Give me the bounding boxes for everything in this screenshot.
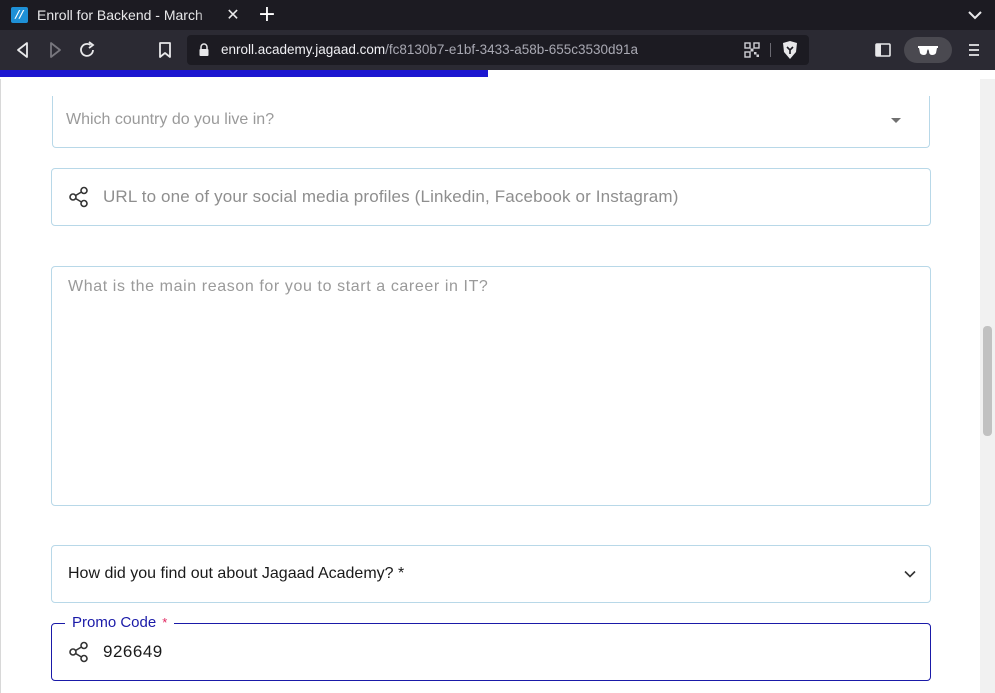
url-path: /fc8130b7-e1bf-3433-a58b-655c3530d91a bbox=[385, 42, 639, 57]
discovery-source-select[interactable]: How did you find out about Jagaad Academ… bbox=[51, 545, 931, 603]
menu-icon[interactable] bbox=[963, 39, 985, 61]
caret-down-icon bbox=[891, 118, 901, 123]
chevron-down-icon bbox=[904, 570, 916, 578]
country-select[interactable]: Which country do you live in? bbox=[52, 96, 930, 148]
private-glasses-button[interactable] bbox=[904, 37, 952, 63]
brave-shield-icon[interactable] bbox=[781, 40, 799, 60]
url-text[interactable]: enroll.academy.jagaad.com/fc8130b7-e1bf-… bbox=[221, 41, 638, 59]
sidebar-icon[interactable] bbox=[874, 39, 892, 61]
bookmark-icon[interactable] bbox=[154, 39, 176, 61]
url-host: enroll.academy.jagaad.com bbox=[221, 42, 386, 57]
social-profile-placeholder: URL to one of your social media profiles… bbox=[103, 187, 679, 206]
country-placeholder: Which country do you live in? bbox=[66, 111, 275, 128]
career-reason-textarea[interactable]: What is the main reason for you to start… bbox=[51, 266, 931, 506]
address-bar[interactable]: enroll.academy.jagaad.com/fc8130b7-e1bf-… bbox=[187, 35, 809, 65]
close-tab-icon[interactable]: ✕ bbox=[224, 6, 242, 24]
url-separator bbox=[770, 43, 771, 57]
new-tab-button[interactable]: + bbox=[256, 4, 278, 26]
scrollbar-thumb[interactable] bbox=[983, 326, 992, 436]
tab-title-fade bbox=[195, 4, 219, 26]
tab-list-chevron-icon[interactable] bbox=[963, 4, 987, 26]
lock-icon[interactable] bbox=[198, 43, 210, 57]
share-icon bbox=[69, 186, 88, 208]
discovery-source-label: How did you find out about Jagaad Academ… bbox=[68, 565, 405, 582]
back-icon[interactable] bbox=[12, 39, 34, 61]
browser-tab[interactable]: // Enroll for Backend - March ✕ bbox=[0, 0, 248, 30]
private-glasses-icon bbox=[918, 46, 938, 55]
social-profile-input[interactable]: URL to one of your social media profiles… bbox=[51, 168, 931, 226]
tab-title: Enroll for Backend - March bbox=[37, 7, 203, 23]
promo-code-label: Promo Code * bbox=[65, 613, 175, 633]
page-load-progress bbox=[0, 70, 488, 77]
qr-code-icon[interactable] bbox=[744, 42, 760, 58]
promo-code-value[interactable]: 926649 bbox=[103, 641, 163, 663]
career-reason-placeholder: What is the main reason for you to start… bbox=[68, 278, 489, 295]
promo-code-label-text: Promo Code bbox=[72, 614, 157, 631]
required-marker: * bbox=[162, 615, 168, 630]
share-icon bbox=[69, 641, 88, 663]
reload-icon[interactable] bbox=[76, 39, 98, 61]
tab-bar: // Enroll for Backend - March ✕ + bbox=[0, 0, 995, 30]
promo-code-input[interactable]: Promo Code * 926649 bbox=[51, 613, 931, 681]
forward-icon[interactable] bbox=[44, 39, 66, 61]
jagaad-favicon-icon: // bbox=[11, 7, 28, 23]
